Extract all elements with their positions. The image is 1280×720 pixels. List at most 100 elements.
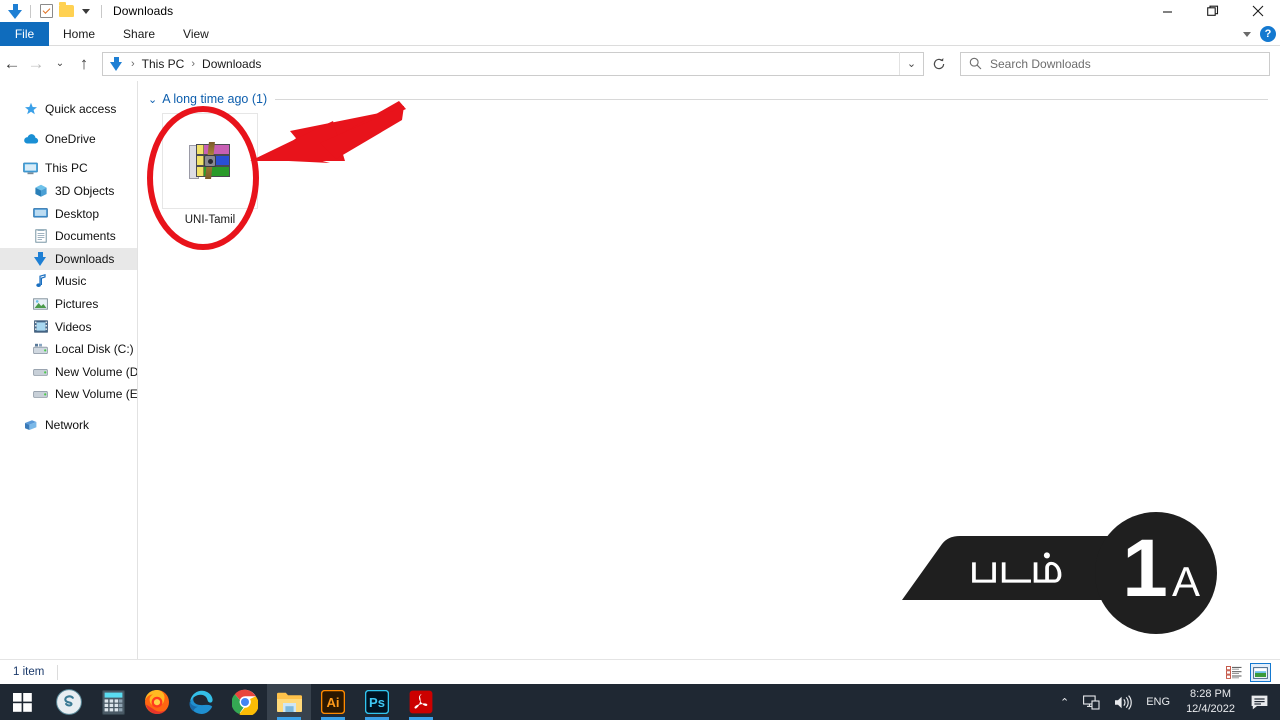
customize-caret-icon[interactable] — [77, 2, 95, 20]
new-folder-icon[interactable] — [57, 2, 75, 20]
tab-file[interactable]: File — [0, 22, 49, 46]
properties-icon[interactable] — [37, 2, 55, 20]
address-bar: ← → ⌄ ↑ › This PC › Downloads ⌄ Search D… — [0, 47, 1280, 80]
chrome-icon[interactable] — [223, 684, 267, 720]
document-icon — [32, 228, 49, 244]
group-header-label: A long time ago (1) — [162, 92, 268, 106]
start-button[interactable] — [0, 684, 44, 720]
network-icon[interactable] — [1076, 684, 1107, 720]
breadcrumb-separator: › — [131, 57, 135, 70]
divider — [101, 4, 102, 18]
sidebar-item-videos[interactable]: Videos — [0, 315, 137, 338]
large-icons-view-button[interactable] — [1250, 663, 1271, 682]
restore-button[interactable] — [1190, 0, 1235, 22]
window-controls — [1145, 0, 1280, 22]
status-bar: 1 item — [0, 659, 1280, 684]
group-header[interactable]: ⌄ A long time ago (1) — [148, 92, 1268, 106]
forward-button[interactable]: → — [24, 50, 48, 78]
breadcrumb-downloads[interactable]: Downloads — [200, 57, 263, 71]
badge-text: படம் — [969, 547, 1063, 591]
sidebar-item-this-pc[interactable]: This PC — [0, 157, 137, 180]
sidebar-item-3d-objects[interactable]: 3D Objects — [0, 180, 137, 203]
edge-icon[interactable] — [179, 684, 223, 720]
quick-access-toolbar — [0, 2, 106, 20]
cloud-icon — [22, 131, 39, 147]
list-item[interactable]: UNI-Tamil — [161, 113, 259, 231]
desktop-icon — [32, 206, 49, 222]
ribbon-right-controls: ? — [1243, 22, 1276, 46]
sidebar-item-label: Quick access — [45, 102, 117, 117]
drive-icon — [32, 364, 49, 380]
language-indicator[interactable]: ENG — [1139, 684, 1177, 720]
close-button[interactable] — [1235, 0, 1280, 22]
sidebar-item-label: 3D Objects — [55, 184, 115, 199]
search-input[interactable]: Search Downloads — [990, 57, 1091, 71]
navigation-pane: Quick access OneDrive This PC 3D Objects… — [0, 81, 138, 659]
sidebar-item-quick-access[interactable]: Quick access — [0, 98, 137, 121]
drive-icon — [32, 386, 49, 402]
sidebar-item-desktop[interactable]: Desktop — [0, 202, 137, 225]
chevron-down-icon[interactable]: ⌄ — [148, 93, 157, 106]
illustrator-icon[interactable]: Ai — [311, 684, 355, 720]
local-disk-icon — [32, 341, 49, 357]
recent-locations-button[interactable]: ⌄ — [48, 50, 72, 78]
sidebar-item-label: Videos — [55, 319, 92, 334]
sidebar-item-label: Pictures — [55, 297, 99, 312]
clock-time: 8:28 PM — [1190, 688, 1232, 701]
download-arrow-icon[interactable] — [6, 2, 24, 20]
volume-icon[interactable] — [1107, 684, 1139, 720]
sidebar-item-music[interactable]: Music — [0, 270, 137, 293]
minimize-button[interactable] — [1145, 0, 1190, 22]
clock[interactable]: 8:28 PM 12/4/2022 — [1177, 684, 1244, 720]
sidebar-item-new-volume-d[interactable]: New Volume (D:) — [0, 361, 137, 384]
sidebar-item-pictures[interactable]: Pictures — [0, 293, 137, 316]
sidebar-item-new-volume-e[interactable]: New Volume (E:) — [0, 383, 137, 406]
skype-icon[interactable] — [47, 684, 91, 720]
item-count-label: 1 item — [13, 666, 45, 678]
notifications-icon[interactable] — [1244, 684, 1280, 720]
sidebar-item-label: Music — [55, 274, 87, 289]
view-toggle-group — [1223, 663, 1271, 682]
downloads-folder-icon — [110, 56, 123, 71]
back-button[interactable]: ← — [0, 50, 24, 78]
svg-text:Ai: Ai — [327, 695, 340, 710]
show-hidden-icons-button[interactable]: ⌃ — [1053, 684, 1076, 720]
sidebar-item-onedrive[interactable]: OneDrive — [0, 128, 137, 151]
search-box[interactable]: Search Downloads — [960, 51, 1270, 76]
up-button[interactable]: ↑ — [72, 50, 96, 78]
sidebar-item-label: Downloads — [55, 251, 115, 266]
download-arrow-icon — [32, 251, 49, 267]
sidebar-item-label: Documents — [55, 229, 116, 244]
sidebar-item-label: Desktop — [55, 206, 100, 221]
photoshop-icon[interactable]: Ps — [355, 684, 399, 720]
file-explorer-window: Downloads File Home Share View ? ← → ⌄ ↑… — [0, 0, 1280, 720]
tab-share[interactable]: Share — [109, 22, 169, 46]
clock-date: 12/4/2022 — [1186, 703, 1235, 715]
sidebar-item-network[interactable]: Network — [0, 414, 137, 437]
details-view-button[interactable] — [1223, 663, 1244, 682]
sidebar-item-local-disk-c[interactable]: Local Disk (C:) — [0, 338, 137, 361]
svg-text:Ps: Ps — [369, 695, 385, 710]
breadcrumb-this-pc[interactable]: This PC — [140, 57, 187, 71]
picture-icon — [32, 296, 49, 312]
badge-suffix: A — [1172, 558, 1200, 605]
breadcrumb: › This PC › Downloads — [103, 56, 899, 71]
calculator-icon[interactable] — [91, 684, 135, 720]
tab-home[interactable]: Home — [49, 22, 109, 46]
help-icon[interactable]: ? — [1260, 26, 1276, 42]
file-explorer-icon[interactable] — [267, 684, 311, 720]
refresh-button[interactable] — [924, 50, 954, 78]
tab-view[interactable]: View — [169, 22, 223, 46]
address-dropdown-icon[interactable]: ⌄ — [899, 52, 923, 75]
sidebar-item-label: This PC — [45, 161, 88, 176]
sidebar-item-documents[interactable]: Documents — [0, 225, 137, 248]
sidebar-item-downloads[interactable]: Downloads — [0, 247, 137, 271]
chevron-down-icon[interactable] — [1243, 31, 1251, 37]
divider — [30, 4, 31, 18]
acrobat-icon[interactable] — [399, 684, 443, 720]
sidebar-item-label: New Volume (E:) — [55, 387, 138, 402]
monitor-icon — [22, 160, 39, 176]
group-header-rule — [275, 98, 1268, 100]
firefox-icon[interactable] — [135, 684, 179, 720]
breadcrumb-bar[interactable]: › This PC › Downloads ⌄ — [102, 51, 924, 76]
